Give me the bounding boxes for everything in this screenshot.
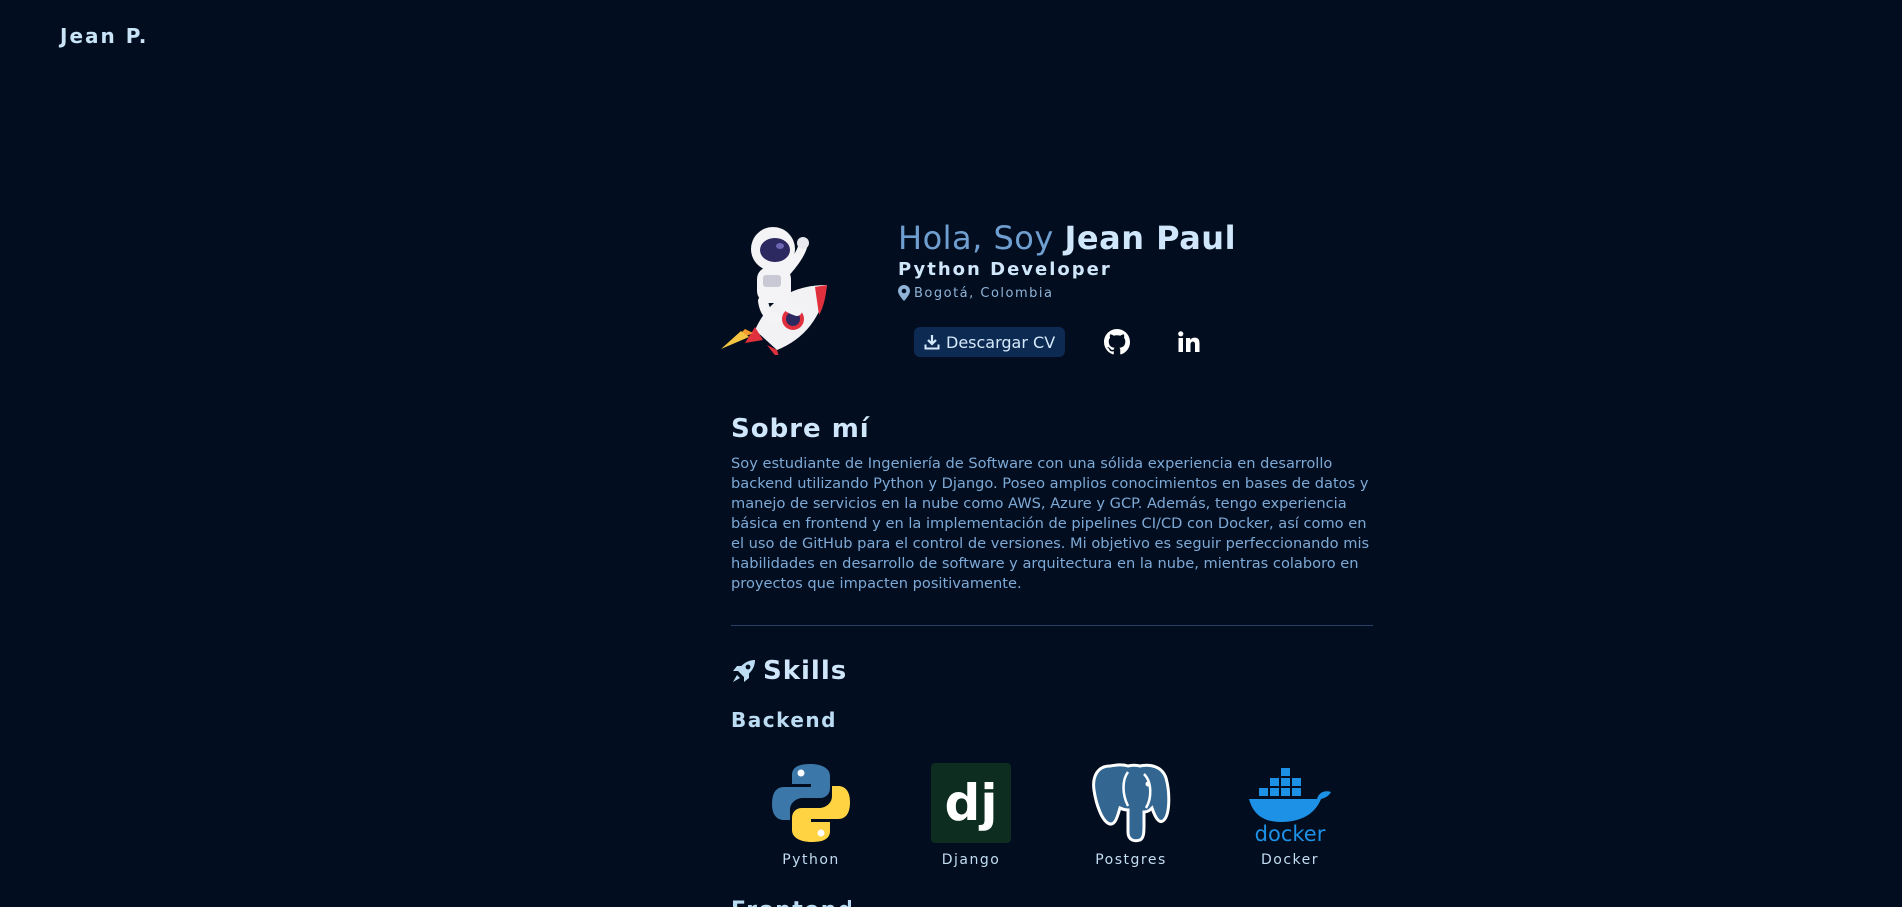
skills-title: Skills <box>763 656 848 686</box>
backend-title: Backend <box>731 708 837 732</box>
about-text: Soy estudiante de Ingeniería de Software… <box>731 455 1370 592</box>
next-section-heading-partial: Frontend <box>731 898 851 907</box>
about-section: Sobre mí Soy estudiante de Ingeniería de… <box>731 414 1373 594</box>
linkedin-link[interactable] <box>1175 328 1203 356</box>
linkedin-icon <box>1178 331 1200 352</box>
skill-label: Docker <box>1260 852 1320 868</box>
skill-docker: docker Docker <box>1235 762 1345 868</box>
github-link[interactable] <box>1103 328 1131 356</box>
hero-greeting: Hola, Soy Jean Paul <box>898 219 1236 257</box>
section-divider <box>731 625 1373 626</box>
hero-location: Bogotá, Colombia <box>898 285 1054 301</box>
django-icon: dj <box>926 762 1016 844</box>
location-text: Bogotá, Colombia <box>914 285 1054 301</box>
svg-text:dj: dj <box>945 774 998 832</box>
greeting-prefix: Hola, Soy <box>898 219 1065 257</box>
skill-label: Postgres <box>1095 852 1167 868</box>
partial-heading-text: Frontend <box>731 898 851 907</box>
download-cv-button[interactable]: Descargar CV <box>914 327 1066 357</box>
docker-icon: docker <box>1245 762 1335 844</box>
hero-section: Hola, Soy Jean Paul Python Developer Bog… <box>715 215 1236 365</box>
astronaut-rocket-icon <box>715 215 840 363</box>
about-title: Sobre mí <box>731 414 870 444</box>
github-icon <box>1104 329 1130 355</box>
download-icon <box>924 335 940 350</box>
hero-name: Jean Paul <box>1064 219 1237 257</box>
hero-role: Python Developer <box>898 259 1112 280</box>
postgres-icon <box>1086 762 1176 844</box>
skills-heading: Skills <box>731 656 847 686</box>
skill-label: Django <box>941 852 1001 868</box>
skill-python: Python <box>756 762 866 868</box>
python-icon <box>766 762 856 844</box>
skill-postgres: Postgres <box>1076 762 1186 868</box>
skill-label: Python <box>782 852 840 868</box>
svg-text:docker: docker <box>1255 822 1326 844</box>
rocket-icon <box>733 660 755 682</box>
brand-logo-text[interactable]: Jean P. <box>60 24 148 48</box>
map-pin-icon <box>898 285 910 301</box>
download-cv-label: Descargar CV <box>946 332 1056 352</box>
skill-django: dj Django <box>916 762 1026 868</box>
